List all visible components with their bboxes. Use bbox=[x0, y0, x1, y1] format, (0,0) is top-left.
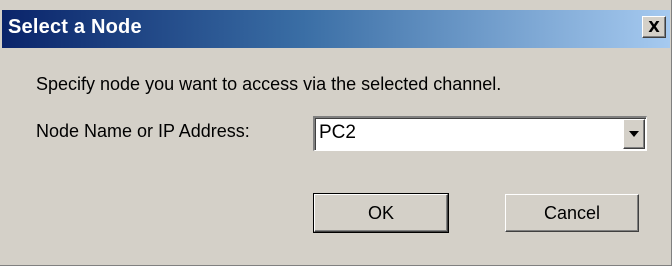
cancel-button[interactable]: Cancel bbox=[505, 194, 639, 232]
node-name-combobox[interactable]: PC2 bbox=[313, 116, 647, 151]
node-name-value[interactable]: PC2 bbox=[319, 122, 356, 144]
node-name-label: Node Name or IP Address: bbox=[36, 121, 250, 141]
close-icon: X bbox=[648, 17, 660, 36]
chevron-down-icon bbox=[629, 131, 639, 137]
title-bar[interactable]: Select a Node X bbox=[2, 10, 670, 48]
ok-button[interactable]: OK bbox=[313, 193, 449, 233]
select-node-dialog: Select a Node X Specify node you want to… bbox=[0, 0, 672, 266]
dropdown-button[interactable] bbox=[623, 119, 645, 149]
close-button[interactable]: X bbox=[642, 16, 666, 38]
dialog-title: Select a Node bbox=[8, 16, 142, 38]
instruction-text: Specify node you want to access via the … bbox=[36, 74, 502, 94]
